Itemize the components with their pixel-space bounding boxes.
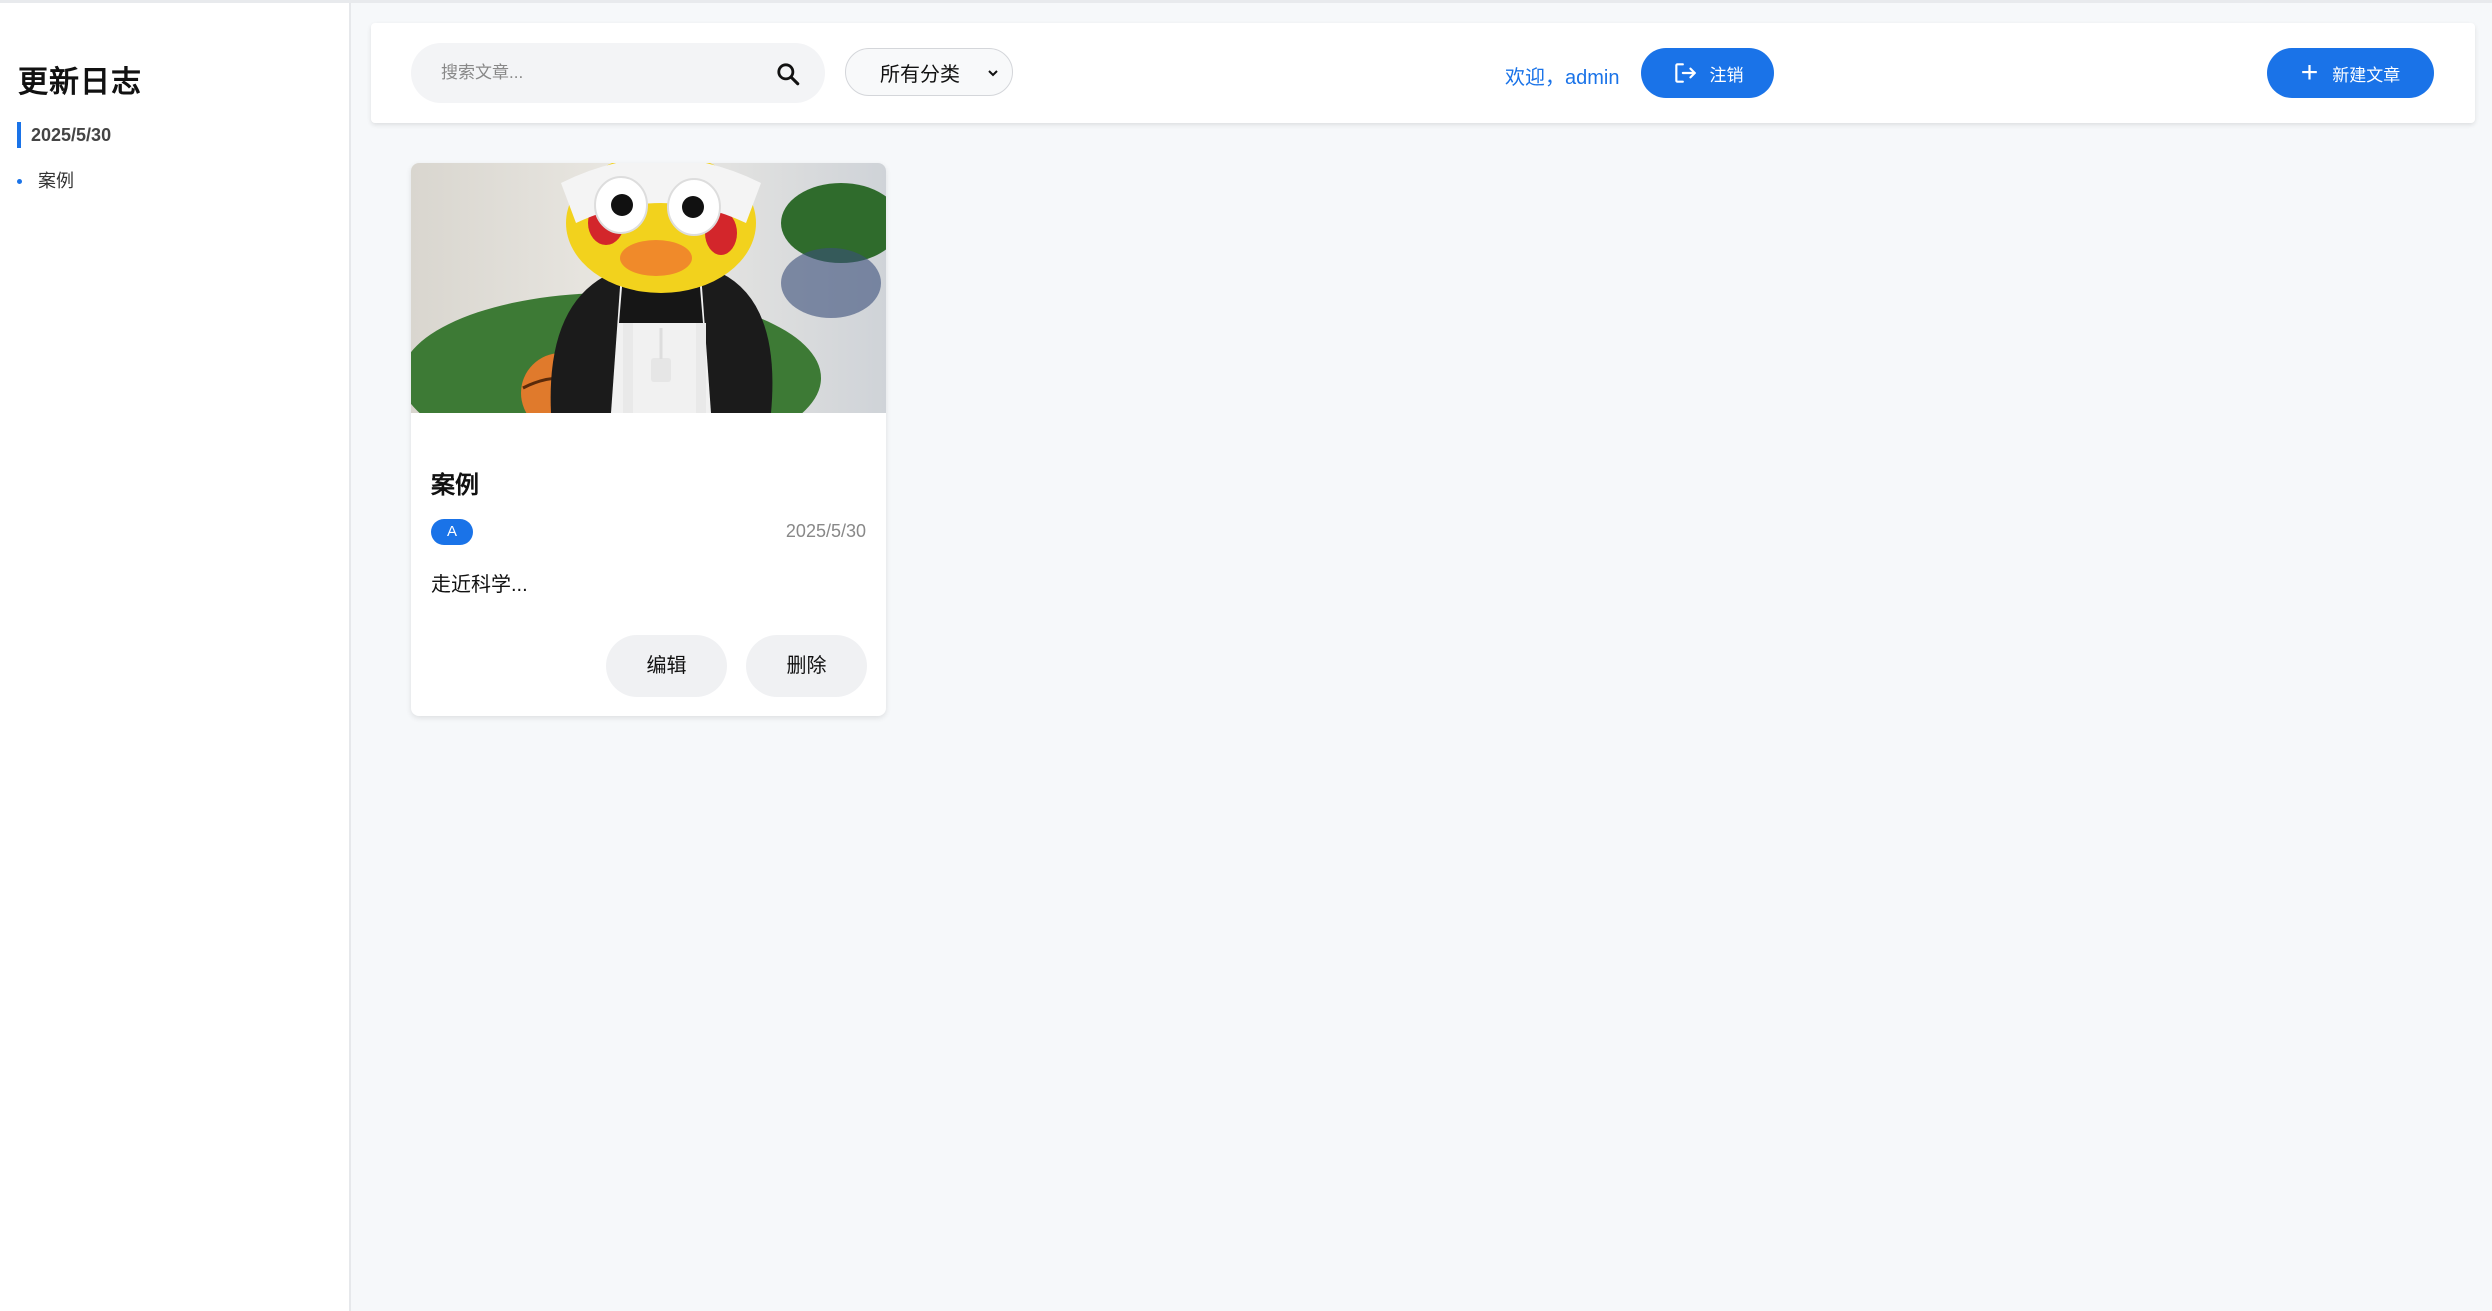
category-select[interactable]: 所有分类 — [845, 48, 1013, 96]
search-box — [411, 43, 825, 103]
article-cover-image — [411, 163, 886, 413]
category-badge: A — [431, 519, 473, 545]
welcome-text: 欢迎，admin — [1505, 67, 1620, 89]
new-article-label: 新建文章 — [2332, 65, 2401, 85]
sidebar-title: 更新日志 — [18, 66, 142, 99]
update-log-sidebar: 更新日志 2025/5/30 案例 — [0, 3, 351, 1311]
log-date: 2025/5/30 — [17, 122, 111, 148]
new-article-button[interactable]: + 新建文章 — [2267, 48, 2434, 98]
top-toolbar: 所有分类 欢迎，admin 注销 + 新建文章 — [371, 23, 2475, 123]
plus-icon: + — [2300, 56, 2319, 89]
article-card[interactable]: 案例 A 2025/5/30 走近科学... 编辑 删除 — [411, 163, 886, 716]
search-input[interactable] — [441, 63, 741, 83]
category-select-value: 所有分类 — [880, 63, 960, 86]
log-entry-label: 案例 — [38, 171, 74, 191]
search-icon[interactable] — [775, 61, 801, 87]
logout-button[interactable]: 注销 — [1641, 48, 1774, 98]
window-top-border — [0, 0, 2492, 3]
log-entry-item[interactable]: 案例 — [17, 168, 74, 194]
article-excerpt: 走近科学... — [431, 574, 528, 596]
bullet-dot-icon — [17, 178, 22, 184]
article-date: 2025/5/30 — [785, 521, 866, 541]
edit-button[interactable]: 编辑 — [606, 635, 727, 697]
chevron-down-icon — [988, 70, 998, 77]
logout-label: 注销 — [1709, 65, 1744, 85]
logout-icon — [1674, 63, 1696, 83]
delete-button[interactable]: 删除 — [746, 635, 867, 697]
article-title[interactable]: 案例 — [431, 465, 479, 500]
